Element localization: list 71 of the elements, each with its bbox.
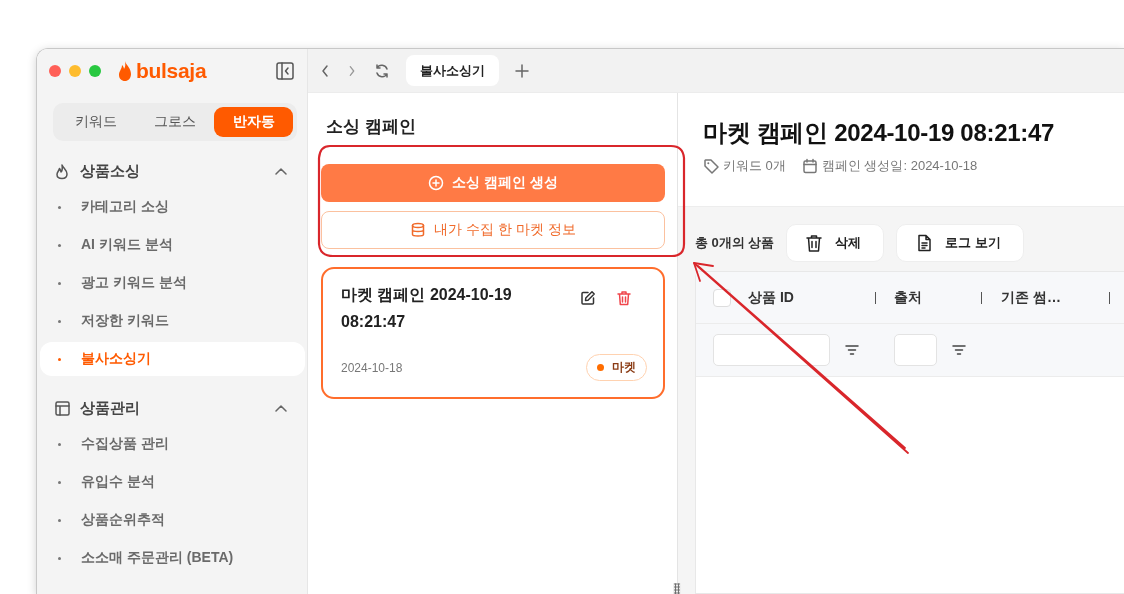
nav-item[interactable]: AI 키워드 분석 xyxy=(40,228,305,262)
nav-label: 불사소싱기 xyxy=(81,350,151,368)
nav-item[interactable]: 유입수 분석 xyxy=(40,465,305,499)
section-title: 상품소싱 xyxy=(80,161,140,181)
market-info-button[interactable]: 내가 수집 한 마켓 정보 xyxy=(321,211,665,249)
create-campaign-button[interactable]: 소싱 캠페인 생성 xyxy=(321,164,665,202)
browser-tab[interactable]: 불사소싱기 xyxy=(406,55,499,86)
nav-label: 상품순위추적 xyxy=(81,511,165,529)
plus-circle-icon xyxy=(428,175,445,191)
keyword-count: 키워드 0개 xyxy=(723,157,786,175)
tag-icon xyxy=(703,158,719,174)
filter-icon xyxy=(845,345,859,355)
select-all-checkbox[interactable] xyxy=(713,288,731,307)
panel-title: 소싱 캠페인 xyxy=(326,116,417,138)
column-header: 기존 썸… xyxy=(1001,288,1061,307)
mode-tab[interactable]: 키워드 xyxy=(57,107,136,137)
calendar-icon xyxy=(801,158,818,174)
nav-item[interactable]: 저장한 키워드 xyxy=(40,304,305,338)
nav-item[interactable]: 광고 키워드 분석 xyxy=(40,266,305,300)
filter-icon xyxy=(952,345,966,355)
product-count: 총 0개의 상품 xyxy=(695,234,775,252)
nav-item[interactable]: 카테고리 소싱 xyxy=(40,190,305,224)
window-control[interactable] xyxy=(89,65,101,77)
nav-label: 광고 키워드 분석 xyxy=(81,274,187,292)
nav-label: AI 키워드 분석 xyxy=(81,236,173,254)
flame-icon xyxy=(54,162,71,180)
campaign-card[interactable]: 마켓 캠페인 2024-10-19 08:21:47 2024-10-18 마켓 xyxy=(321,267,665,399)
nav-item[interactable]: 상품순위추적 xyxy=(40,503,305,537)
reload-icon xyxy=(374,62,390,79)
bullet-icon xyxy=(58,442,61,446)
bullet-icon xyxy=(58,281,61,285)
trash-icon xyxy=(616,290,632,306)
nav-label: 소소매 주문관리 (BETA) xyxy=(81,549,234,567)
nav-item[interactable]: 불사소싱기 xyxy=(40,342,305,376)
bullet-icon xyxy=(58,480,61,484)
bullet-icon xyxy=(58,243,61,247)
created-date: 캠페인 생성일: 2024-10-18 xyxy=(821,157,978,175)
window-control[interactable] xyxy=(49,65,61,77)
bullet-icon xyxy=(58,518,61,522)
bullet-icon xyxy=(58,205,61,209)
nav-label: 카테고리 소싱 xyxy=(81,198,169,216)
bullet-icon xyxy=(58,556,61,560)
database-icon xyxy=(410,222,427,238)
view-log-button[interactable]: 로그 보기 xyxy=(896,224,1025,262)
campaign-heading: 마켓 캠페인 2024-10-19 08:21:47 xyxy=(703,118,1056,148)
plus-icon xyxy=(515,63,529,78)
nav-item[interactable]: 소소매 주문관리 (BETA) xyxy=(40,541,305,575)
column-header: 출처 xyxy=(894,288,922,307)
mode-tab[interactable]: 그로스 xyxy=(135,107,215,137)
filter-field[interactable] xyxy=(713,334,830,366)
column-header: 상품 ID xyxy=(748,288,794,307)
layout-icon xyxy=(54,399,71,417)
section-title: 상품관리 xyxy=(80,398,140,418)
back-icon xyxy=(320,63,330,78)
sidebar-toggle-icon xyxy=(275,61,295,81)
nav-label: 저장한 키워드 xyxy=(81,312,169,330)
logo: bulsaja xyxy=(136,59,207,83)
trash-icon xyxy=(805,234,824,252)
filter-field[interactable] xyxy=(894,334,937,366)
mode-tab[interactable]: 반자동 xyxy=(214,107,293,137)
nav-item[interactable]: 수집상품 관리 xyxy=(40,427,305,461)
document-icon xyxy=(915,234,934,252)
delete-button[interactable]: 삭제 xyxy=(786,224,885,262)
bullet-icon xyxy=(58,319,61,323)
bullet-icon xyxy=(58,357,61,361)
edit-icon xyxy=(580,290,596,306)
campaign-date: 2024-10-18 xyxy=(341,360,403,375)
nav-label: 수집상품 관리 xyxy=(81,435,169,453)
flame-icon xyxy=(117,60,133,82)
campaign-title: 마켓 캠페인 2024-10-19 08:21:47 xyxy=(341,285,513,332)
nav-label: 유입수 분석 xyxy=(81,473,155,491)
